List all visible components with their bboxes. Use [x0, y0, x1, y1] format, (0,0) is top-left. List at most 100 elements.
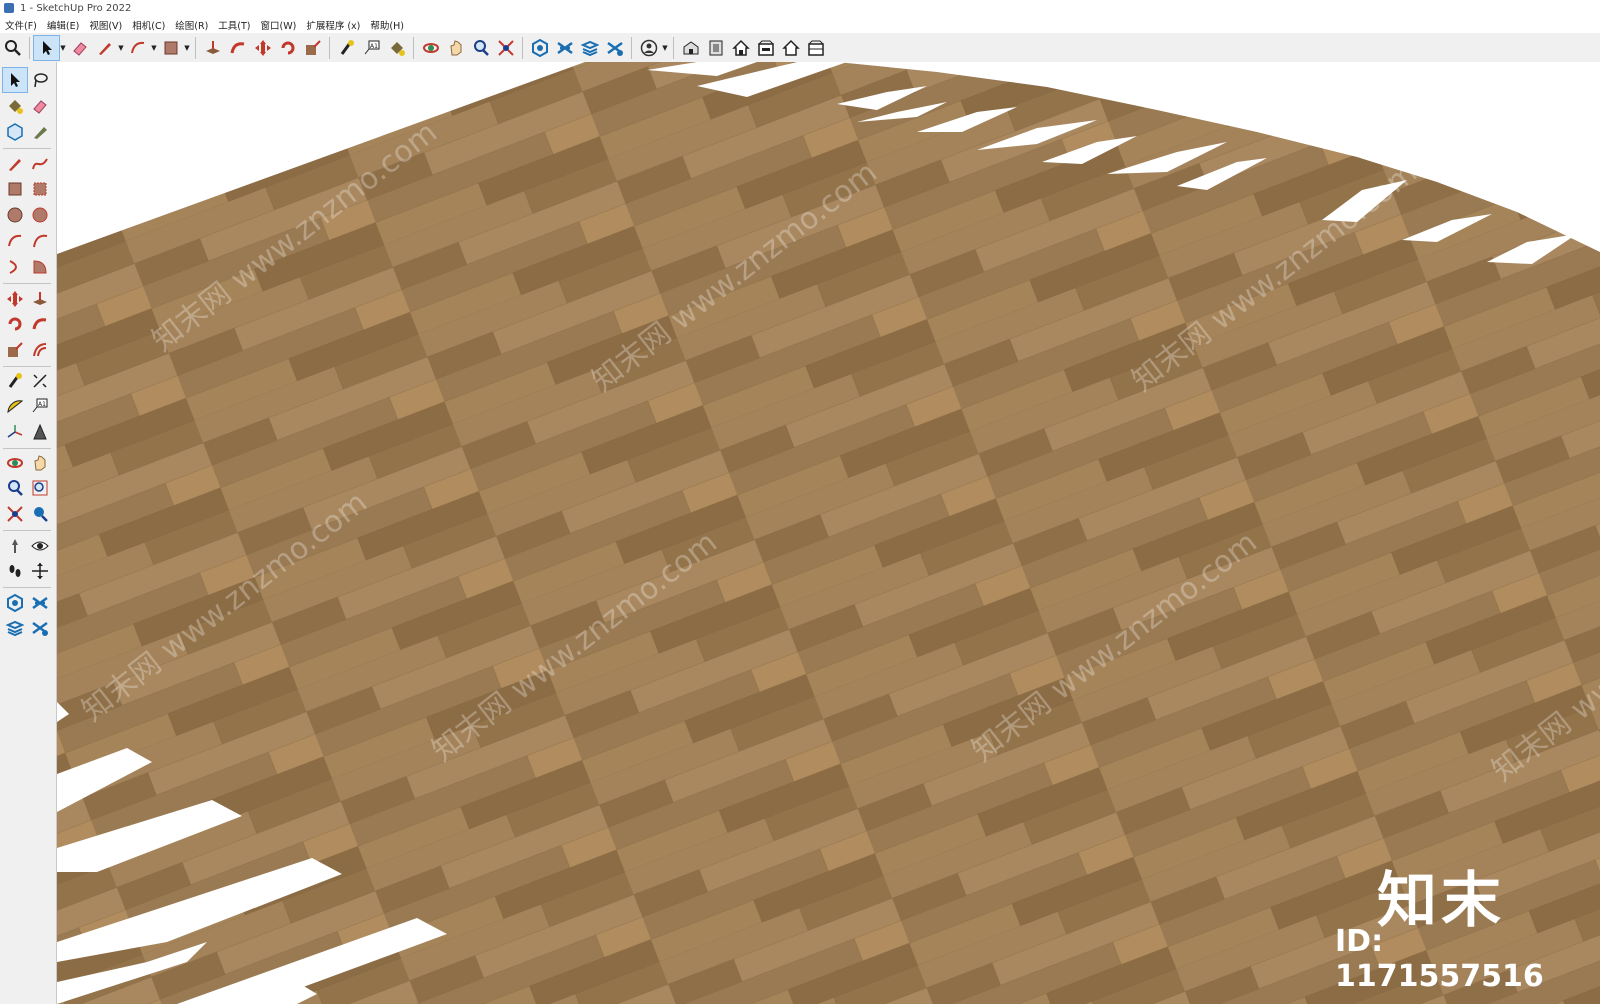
- pan-tool[interactable]: [28, 451, 52, 475]
- scale-button[interactable]: [300, 36, 325, 60]
- orbit-button[interactable]: [418, 36, 443, 60]
- rotate-tool[interactable]: [3, 312, 27, 336]
- dimension-tool[interactable]: [28, 369, 52, 393]
- text-button[interactable]: A1: [359, 36, 384, 60]
- left-view-button[interactable]: [803, 36, 828, 60]
- toolbar-separator: [522, 36, 523, 59]
- menu-draw[interactable]: 绘图(R): [170, 18, 213, 32]
- send-button[interactable]: [602, 36, 627, 60]
- zoom-window-icon: [32, 480, 48, 496]
- top-view-button[interactable]: [703, 36, 728, 60]
- make-component-tool[interactable]: [3, 94, 27, 118]
- rectangle-dropdown[interactable]: ▼: [183, 36, 191, 60]
- pan-button[interactable]: [443, 36, 468, 60]
- menu-view[interactable]: 视图(V): [84, 18, 127, 32]
- position-camera-icon: [12, 539, 18, 553]
- line-tool[interactable]: [3, 152, 27, 176]
- rotate-button[interactable]: [275, 36, 300, 60]
- tag-tool[interactable]: [28, 120, 52, 144]
- zoom-window-button[interactable]: [468, 36, 493, 60]
- pie-tool[interactable]: [28, 255, 52, 279]
- previous-view-tool[interactable]: [28, 502, 52, 526]
- zoom-extents-button[interactable]: [493, 36, 518, 60]
- front-view-button[interactable]: [728, 36, 753, 60]
- extension-warehouse-tool[interactable]: [28, 591, 52, 615]
- look-around-tool[interactable]: [28, 534, 52, 558]
- lasso-tool[interactable]: [28, 68, 52, 92]
- polygon-tool[interactable]: [28, 203, 52, 227]
- warehouse-button[interactable]: [527, 36, 552, 60]
- pencil-button[interactable]: [92, 36, 117, 60]
- orbit-tool[interactable]: [3, 451, 27, 475]
- extension-warehouse-icon: [556, 41, 573, 54]
- arc-dropdown[interactable]: ▼: [150, 36, 158, 60]
- tape-measure-tool[interactable]: [3, 369, 27, 393]
- walk-tool[interactable]: [3, 559, 27, 583]
- zoom-extents-tool[interactable]: [3, 502, 27, 526]
- rotated-rectangle-tool[interactable]: [28, 177, 52, 201]
- back-view-button[interactable]: [778, 36, 803, 60]
- protractor-tool[interactable]: [3, 394, 27, 418]
- push-pull-tool[interactable]: [28, 287, 52, 311]
- zoom-button[interactable]: [0, 36, 25, 60]
- axes-tool[interactable]: [3, 420, 27, 444]
- zoom-window-tool[interactable]: [28, 476, 52, 500]
- menu-file[interactable]: 文件(F): [0, 18, 42, 32]
- layout-tool[interactable]: [3, 616, 27, 640]
- scale-icon: [305, 39, 321, 55]
- three-point-arc-tool[interactable]: [3, 255, 27, 279]
- eraser-button[interactable]: [67, 36, 92, 60]
- rectangle-tool[interactable]: [3, 177, 27, 201]
- offset-tool[interactable]: [28, 338, 52, 362]
- menu-camera[interactable]: 相机(C): [127, 18, 170, 32]
- layout-button[interactable]: [577, 36, 602, 60]
- 3d-text-tool[interactable]: [28, 420, 52, 444]
- warehouse-tool[interactable]: [3, 591, 27, 615]
- follow-me-tool[interactable]: [28, 312, 52, 336]
- component-tool[interactable]: [3, 120, 27, 144]
- section-plane-tool[interactable]: [28, 559, 52, 583]
- menu-window[interactable]: 窗口(W): [256, 18, 302, 32]
- account-button[interactable]: [636, 36, 661, 60]
- menu-help[interactable]: 帮助(H): [365, 18, 409, 32]
- text-tool[interactable]: A1: [28, 394, 52, 418]
- zoom-extents-icon: [7, 506, 23, 522]
- drawing-viewport[interactable]: 知末网 www.znzmo.com 知末网 www.znzmo.com 知末网 …: [57, 62, 1600, 1004]
- arc-button[interactable]: [125, 36, 150, 60]
- send-tool[interactable]: [28, 616, 52, 640]
- pencil-dropdown[interactable]: ▼: [117, 36, 125, 60]
- tape-measure-button[interactable]: [334, 36, 359, 60]
- move-button[interactable]: [250, 36, 275, 60]
- select-dropdown[interactable]: ▼: [59, 36, 67, 60]
- position-camera-tool[interactable]: [3, 534, 27, 558]
- footprints-icon: [9, 565, 21, 577]
- follow-me-button[interactable]: [225, 36, 250, 60]
- push-pull-button[interactable]: [200, 36, 225, 60]
- toolbar-separator: [29, 36, 30, 59]
- select-tool[interactable]: [2, 67, 28, 93]
- extension-warehouse-button[interactable]: [552, 36, 577, 60]
- zoom-tool[interactable]: [3, 476, 27, 500]
- circle-tool[interactable]: [3, 203, 27, 227]
- menu-tools[interactable]: 工具(T): [213, 18, 255, 32]
- menu-edit[interactable]: 编辑(E): [42, 18, 84, 32]
- select-button[interactable]: [33, 34, 60, 61]
- freehand-tool[interactable]: [28, 152, 52, 176]
- toolbar-separator: [413, 36, 414, 59]
- paint-bucket-button[interactable]: [384, 36, 409, 60]
- two-point-arc-tool[interactable]: [28, 229, 52, 253]
- sidebar-separator: [3, 587, 51, 588]
- right-view-button[interactable]: [753, 36, 778, 60]
- scale-tool[interactable]: [3, 338, 27, 362]
- arc-icon: [130, 41, 144, 53]
- rectangle-button[interactable]: [158, 36, 183, 60]
- iso-view-button[interactable]: [678, 36, 703, 60]
- menu-extensions[interactable]: 扩展程序 (x): [301, 18, 365, 32]
- move-tool[interactable]: [3, 287, 27, 311]
- eraser-tool[interactable]: [28, 94, 52, 118]
- freehand-icon: [32, 158, 48, 170]
- sidebar-separator: [3, 148, 51, 149]
- account-dropdown[interactable]: ▼: [661, 36, 669, 60]
- front-view-icon: [731, 39, 750, 56]
- arc-tool[interactable]: [3, 229, 27, 253]
